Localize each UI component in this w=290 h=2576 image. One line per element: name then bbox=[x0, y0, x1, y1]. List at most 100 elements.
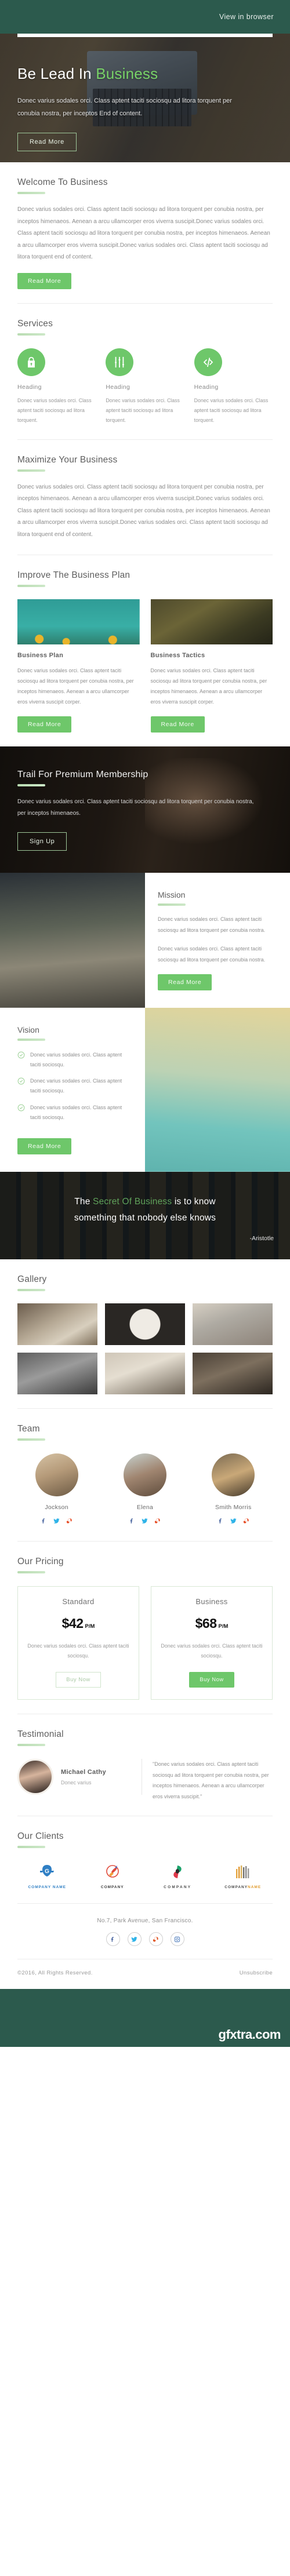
vision-item-text: Donec varius sodales orci. Class aptent … bbox=[30, 1104, 122, 1120]
title-underline bbox=[17, 1039, 45, 1041]
instagram-icon[interactable] bbox=[170, 1932, 184, 1947]
quote-author: -Aristotle bbox=[249, 1235, 274, 1243]
service-text: Donec varius sodales orci. Class aptent … bbox=[194, 397, 269, 423]
title-underline bbox=[17, 469, 45, 472]
twitter-icon[interactable] bbox=[127, 1932, 142, 1947]
vision-item-text: Donec varius sodales orci. Class aptent … bbox=[30, 1052, 122, 1068]
stumbleupon-icon[interactable] bbox=[148, 1932, 163, 1947]
improve-title: Improve The Business Plan bbox=[17, 570, 130, 581]
hero-paragraph: Donec varius sodales orci. Class aptent … bbox=[17, 97, 232, 117]
sign-up-button[interactable]: Sign Up bbox=[17, 832, 67, 851]
vision-list-item: Donec varius sodales orci. Class aptent … bbox=[17, 1050, 132, 1070]
title-underline bbox=[17, 585, 45, 588]
client-logo: G COMPANY NAME bbox=[17, 1862, 77, 1889]
hero-section: JANO About | Service | Contact Be Lead I… bbox=[0, 34, 290, 162]
plan-amount: $42 bbox=[61, 1616, 84, 1631]
watermark: gfxtra.com bbox=[218, 2027, 281, 2042]
maximize-paragraph: Donec varius sodales orci. Class aptent … bbox=[17, 483, 270, 538]
vision-read-more-button[interactable]: Read More bbox=[17, 1138, 72, 1154]
plan-price: $68 P/M bbox=[160, 1616, 264, 1631]
gallery-image-laptop-desk[interactable] bbox=[193, 1303, 273, 1346]
bottom-bar: gfxtra.com bbox=[0, 1989, 290, 2047]
code-icon bbox=[194, 348, 222, 376]
client-logo: COMPANYNAME bbox=[213, 1862, 273, 1889]
twitter-icon[interactable] bbox=[142, 1517, 148, 1527]
mission-title: Mission bbox=[158, 890, 186, 900]
twitter-icon[interactable] bbox=[230, 1517, 237, 1527]
facebook-icon[interactable] bbox=[41, 1517, 47, 1527]
title-underline bbox=[17, 192, 45, 194]
title-underline bbox=[17, 1289, 45, 1292]
quote-section: The Secret Of Business is to know somethi… bbox=[0, 1172, 290, 1259]
plan-description: Donec varius sodales orci. Class aptent … bbox=[161, 1643, 263, 1659]
plan-name: Standard bbox=[62, 1597, 95, 1606]
buy-now-button[interactable]: Buy Now bbox=[56, 1672, 101, 1688]
swirl-logo-icon bbox=[148, 1862, 208, 1882]
team-member: Jockson bbox=[17, 1453, 96, 1527]
testimonial-title: Testimonial bbox=[17, 1729, 64, 1740]
gallery-image-tower-bw[interactable] bbox=[17, 1353, 97, 1395]
testimonial-author-name: Michael Cathy bbox=[61, 1768, 106, 1776]
pricing-section: Our Pricing Standard $42 P/M Donec varius… bbox=[0, 1542, 290, 1714]
clients-title: Our Clients bbox=[17, 1831, 64, 1842]
gallery-image-interior[interactable] bbox=[105, 1353, 185, 1395]
stumbleupon-icon[interactable] bbox=[66, 1517, 72, 1527]
card-text: Donec varius sodales orci. Class aptent … bbox=[17, 668, 134, 705]
top-bar: View in browser bbox=[0, 0, 290, 34]
email-newsletter-page: View in browser JANO About | Service | C… bbox=[0, 0, 290, 2047]
welcome-title: Welcome To Business bbox=[17, 177, 108, 187]
client-name: COMPANY bbox=[164, 1885, 192, 1890]
gallery-image-writing-hands[interactable] bbox=[17, 1303, 97, 1346]
vision-section: Vision Donec varius sodales orci. Class … bbox=[0, 1008, 290, 1172]
vision-item-text: Donec varius sodales orci. Class aptent … bbox=[30, 1078, 122, 1094]
client-name-part-2: NAME bbox=[248, 1885, 262, 1890]
service-heading: Heading bbox=[17, 383, 42, 391]
check-circle-icon bbox=[17, 1051, 25, 1059]
pricing-plan-standard: Standard $42 P/M Donec varius sodales orc… bbox=[17, 1586, 139, 1700]
team-member: Smith Morris bbox=[194, 1453, 273, 1527]
facebook-icon[interactable] bbox=[217, 1517, 224, 1527]
check-circle-icon bbox=[17, 1077, 25, 1085]
title-underline bbox=[158, 903, 186, 906]
title-underline bbox=[17, 1846, 45, 1849]
buy-now-button[interactable]: Buy Now bbox=[189, 1672, 234, 1688]
client-name: COMPANY NAME bbox=[28, 1885, 67, 1890]
plan-amount: $68 bbox=[195, 1616, 217, 1631]
facebook-icon[interactable] bbox=[106, 1932, 120, 1947]
gallery-image-window[interactable] bbox=[193, 1353, 273, 1395]
unsubscribe-link[interactable]: Unsubscribe bbox=[240, 1970, 273, 1976]
avatar bbox=[35, 1453, 78, 1497]
mission-read-more-button[interactable]: Read More bbox=[158, 974, 212, 991]
stumbleupon-icon[interactable] bbox=[243, 1517, 249, 1527]
gallery-image-clock[interactable] bbox=[105, 1303, 185, 1346]
stumbleupon-icon[interactable] bbox=[154, 1517, 161, 1527]
svg-text:G: G bbox=[45, 1868, 49, 1875]
service-heading: Heading bbox=[194, 383, 219, 391]
service-card[interactable]: Heading Donec varius sodales orci. Class… bbox=[194, 348, 273, 425]
view-in-browser-link[interactable]: View in browser bbox=[219, 13, 274, 21]
facebook-icon[interactable] bbox=[129, 1517, 135, 1527]
welcome-paragraph: Donec varius sodales orci. Class aptent … bbox=[17, 206, 270, 260]
welcome-section: Welcome To Business Donec varius sodales… bbox=[0, 162, 290, 303]
card-read-more-button[interactable]: Read More bbox=[17, 716, 72, 733]
hero-read-more-button[interactable]: Read More bbox=[17, 133, 77, 152]
mission-section: Mission Donec varius sodales orci. Class… bbox=[0, 873, 290, 1008]
card-read-more-button[interactable]: Read More bbox=[150, 716, 205, 733]
card-text: Donec varius sodales orci. Class aptent … bbox=[150, 668, 267, 705]
card-heading: Business Plan bbox=[17, 652, 64, 660]
team-member-name: Jockson bbox=[45, 1504, 68, 1511]
mission-paragraph-2: Donec varius sodales orci. Class aptent … bbox=[158, 946, 266, 963]
service-card[interactable]: Heading Donec varius sodales orci. Class… bbox=[106, 348, 184, 425]
hero-title-plain: Be Lead In bbox=[17, 65, 96, 82]
client-logo: COMPANY bbox=[148, 1862, 208, 1889]
card-heading: Business Tactics bbox=[150, 652, 205, 660]
copyright-row: ©2016, All Rights Reserved. Unsubscribe bbox=[0, 1959, 290, 1989]
service-card[interactable]: Heading Donec varius sodales orci. Class… bbox=[17, 348, 96, 425]
twitter-icon[interactable] bbox=[53, 1517, 60, 1527]
service-text: Donec varius sodales orci. Class aptent … bbox=[106, 397, 180, 423]
service-text: Donec varius sodales orci. Class aptent … bbox=[17, 397, 92, 423]
membership-paragraph: Donec varius sodales orci. Class aptent … bbox=[17, 799, 254, 817]
vision-photo bbox=[145, 1008, 290, 1172]
welcome-read-more-button[interactable]: Read More bbox=[17, 272, 72, 289]
lock-icon bbox=[17, 348, 45, 376]
